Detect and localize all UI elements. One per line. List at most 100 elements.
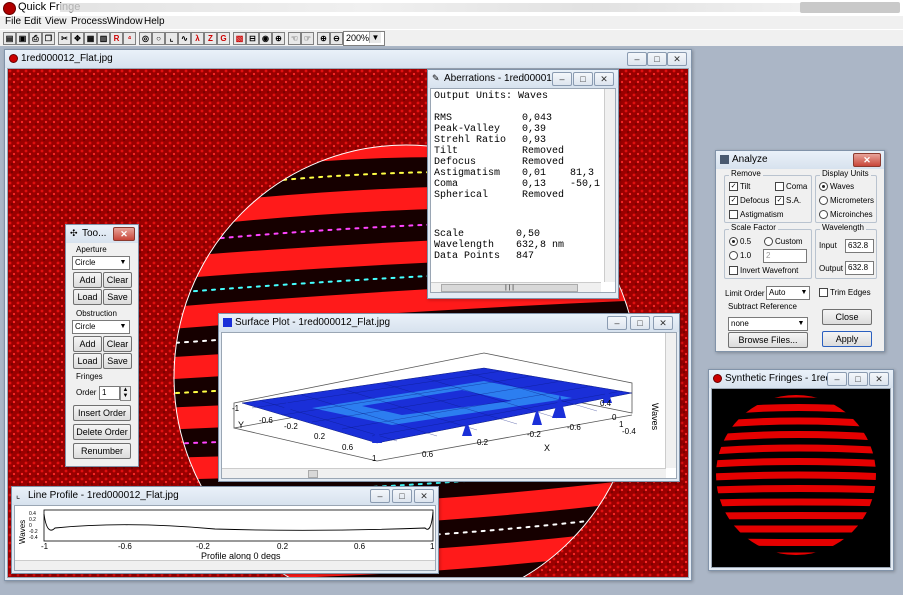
maximize-button[interactable]: □ (573, 72, 593, 86)
chart-icon[interactable]: ⌞ (165, 32, 178, 45)
minimize-button[interactable]: – (827, 372, 847, 386)
synthetic-fringes-canvas[interactable] (711, 388, 891, 568)
aperture-icon[interactable]: ◎ (139, 32, 152, 45)
micrometers-radio[interactable] (819, 196, 828, 205)
maximize-button[interactable]: □ (392, 489, 412, 503)
zoom-out-icon[interactable]: ⊖ (330, 32, 343, 45)
aperture-load-button[interactable]: Load (73, 289, 102, 305)
close-dialog-button[interactable]: Close (822, 309, 872, 325)
aberration-name: Spherical (434, 190, 489, 201)
aperture-clear-button[interactable]: Clear (103, 272, 132, 288)
minimize-button[interactable]: – (607, 316, 627, 330)
synthetic-icon[interactable]: ▧ (233, 32, 246, 45)
close-button[interactable]: ✕ (853, 153, 881, 167)
apply-button[interactable]: Apply (822, 331, 872, 347)
surface-plot-canvas[interactable]: 0.4 0 -0.4 Waves -1 Y -0.6 -0.2 0.2 0.6 … (221, 332, 677, 479)
vertical-scrollbar[interactable] (665, 333, 676, 468)
minimize-button[interactable]: – (627, 52, 647, 66)
chevron-down-icon[interactable]: ▼ (369, 32, 381, 43)
globe-icon[interactable]: ⊕ (272, 32, 285, 45)
y-tick-5: 1 (372, 454, 377, 463)
table-icon[interactable]: ▥ (97, 32, 110, 45)
custom-scale-input[interactable]: 2 (763, 249, 807, 263)
display-units-label: Display Units (820, 169, 871, 178)
circle-icon[interactable]: ○ (152, 32, 165, 45)
copy-icon[interactable]: ❐ (42, 32, 55, 45)
zoom-in-icon[interactable]: ⊕ (317, 32, 330, 45)
minimize-button[interactable]: – (552, 72, 572, 86)
delete-order-button[interactable]: Delete Order (73, 424, 131, 440)
maximize-button[interactable]: □ (630, 316, 650, 330)
print-icon[interactable]: ⎙ (29, 32, 42, 45)
maximize-button[interactable]: □ (848, 372, 868, 386)
microinches-radio[interactable] (819, 210, 828, 219)
defocus-checkbox[interactable]: ✓ (729, 196, 738, 205)
scale-10-radio[interactable] (729, 251, 738, 260)
obstruction-save-button[interactable]: Save (103, 353, 132, 369)
aperture-save-button[interactable]: Save (103, 289, 132, 305)
menu-view[interactable]: View (42, 16, 70, 27)
tools-icon[interactable]: ✂ (58, 32, 71, 45)
open-icon[interactable]: ▣ (16, 32, 29, 45)
order-input[interactable]: 1 (99, 386, 120, 400)
close-button[interactable]: ✕ (594, 72, 614, 86)
scroll-thumb[interactable] (308, 470, 318, 478)
invert-wavefront-label: Invert Wavefront (740, 266, 799, 275)
zernike-icon[interactable]: Z (204, 32, 217, 45)
g-icon[interactable]: G (217, 32, 230, 45)
invert-wavefront-checkbox[interactable] (729, 266, 738, 275)
microinches-label: Microinches (830, 210, 873, 219)
scroll-thumb[interactable]: ||| (441, 284, 578, 292)
summary-value: 0,50 (516, 229, 541, 240)
close-button[interactable]: ✕ (653, 316, 673, 330)
obstruction-add-button[interactable]: Add (73, 336, 102, 352)
grid-icon[interactable]: ▦ (84, 32, 97, 45)
trim-edges-checkbox[interactable] (819, 288, 828, 297)
maximize-button[interactable]: □ (647, 52, 667, 66)
close-button[interactable]: ✕ (113, 227, 135, 241)
horizontal-scrollbar[interactable] (222, 468, 666, 478)
aberration-angle: -50,1 (570, 179, 601, 190)
input-wavelength-label: Input (819, 241, 837, 250)
obstruction-clear-button[interactable]: Clear (103, 336, 132, 352)
line-profile-canvas[interactable]: Waves 0.4 0.2 0 -0.2 -0.4 -1 -0.6 -0.2 0… (14, 505, 436, 571)
horizontal-scrollbar[interactable] (15, 560, 435, 570)
main-window-title: 1red000012_Flat.jpg (21, 53, 113, 64)
vertical-scrollbar[interactable] (604, 89, 615, 282)
waves-radio[interactable] (819, 182, 828, 191)
hand-icon[interactable]: ☜ (288, 32, 301, 45)
menu-edit[interactable]: Edit (21, 16, 44, 27)
aberrations-text[interactable]: Output Units: Waves RMS 0,043 Peak-Valley 0… (430, 88, 616, 293)
custom-radio[interactable] (764, 237, 773, 246)
lambda-icon[interactable]: λ (191, 32, 204, 45)
save-icon[interactable]: ▤ (3, 32, 16, 45)
tilt-checkbox[interactable]: ✓ (729, 182, 738, 191)
menu-help[interactable]: Help (141, 16, 168, 27)
close-button[interactable]: ✕ (414, 489, 434, 503)
tilt-label: Tilt (740, 182, 751, 191)
menu-window[interactable]: Window (104, 16, 146, 27)
output-wavelength-field[interactable]: 632.8 (845, 261, 874, 275)
fft-icon[interactable]: ∿ (178, 32, 191, 45)
order-spinner[interactable]: ▲ ▼ (120, 386, 131, 401)
insert-order-button[interactable]: Insert Order (73, 405, 131, 421)
sa-checkbox[interactable]: ✓ (775, 196, 784, 205)
minimize-button[interactable]: – (370, 489, 390, 503)
astigmatism-checkbox[interactable] (729, 210, 738, 219)
filter-icon[interactable]: ⊟ (246, 32, 259, 45)
hand2-icon[interactable]: ☞ (301, 32, 314, 45)
scale-05-radio[interactable] (729, 237, 738, 246)
fringe-count-icon[interactable]: ⁴ (123, 32, 136, 45)
pan-icon[interactable]: ✥ (71, 32, 84, 45)
aperture-add-button[interactable]: Add (73, 272, 102, 288)
red-r-icon[interactable]: R (110, 32, 123, 45)
close-button[interactable]: ✕ (869, 372, 889, 386)
close-button[interactable]: ✕ (667, 52, 687, 66)
sphere-icon[interactable]: ◉ (259, 32, 272, 45)
horizontal-scrollbar[interactable]: ||| (431, 282, 601, 292)
input-wavelength-field[interactable]: 632.8 (845, 239, 874, 253)
renumber-button[interactable]: Renumber (73, 443, 131, 459)
coma-checkbox[interactable] (775, 182, 784, 191)
obstruction-load-button[interactable]: Load (73, 353, 102, 369)
browse-files-button[interactable]: Browse Files... (728, 332, 808, 348)
